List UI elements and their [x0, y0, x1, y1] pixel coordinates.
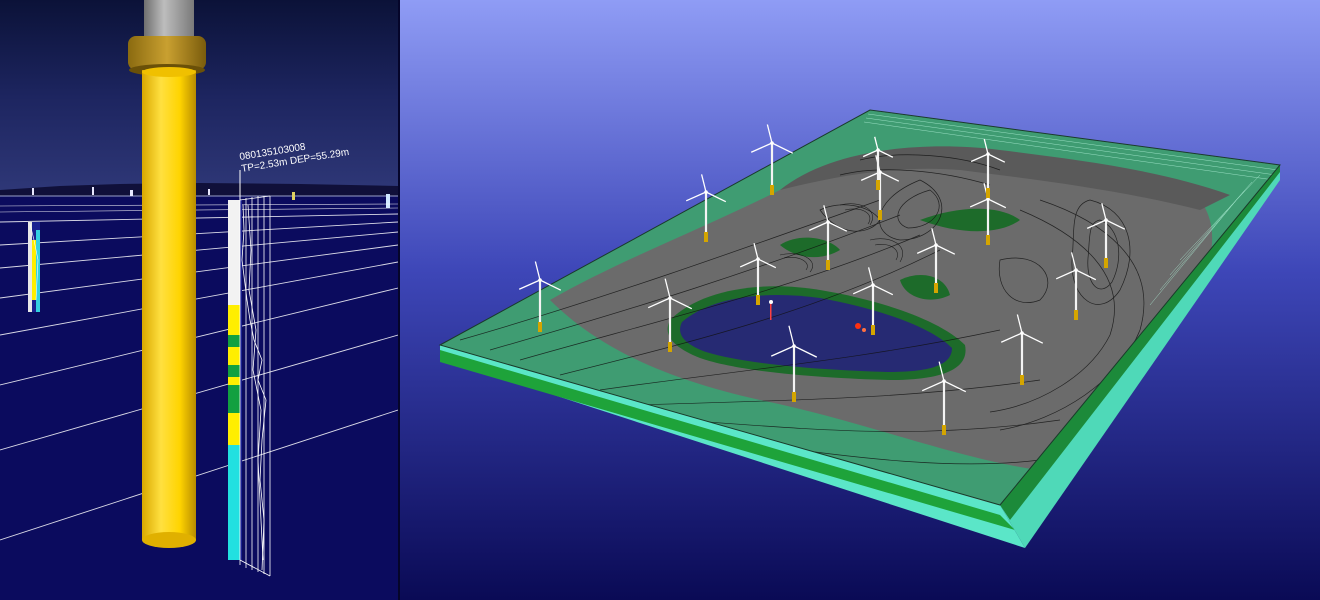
sky-background — [0, 0, 398, 195]
distant-borehole-log — [28, 222, 40, 312]
wind-farm-3d-viewport[interactable] — [400, 0, 1320, 600]
sea-volume — [0, 195, 398, 600]
borehole-3d-viewport[interactable]: 080135103008 TP=2.53m DEP=55.29m — [0, 0, 398, 600]
turbine-tower — [144, 0, 194, 40]
survey-pole — [770, 302, 772, 320]
monopile-foundation — [142, 70, 196, 540]
